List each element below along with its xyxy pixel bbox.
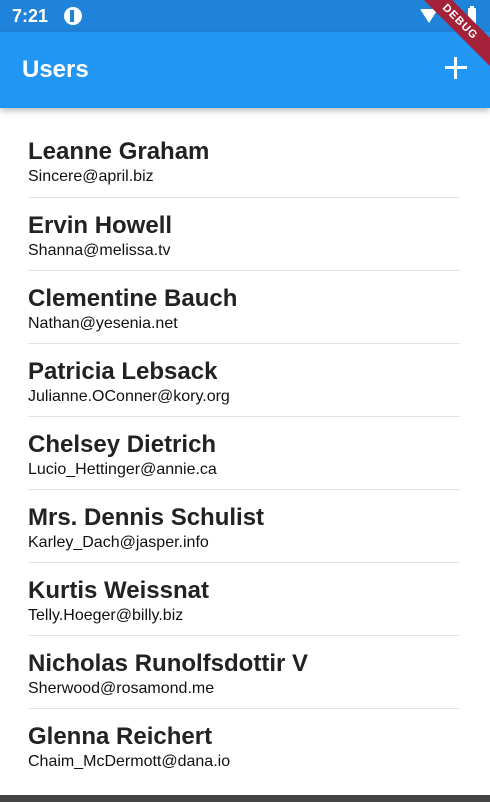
user-name: Chelsey Dietrich [28, 431, 217, 458]
page-title: Users [22, 56, 89, 83]
user-email: Nathan@yesenia.net [28, 315, 178, 332]
app-bar: Users [0, 32, 490, 108]
list-item[interactable]: Leanne Graham Sincere@april.biz [28, 124, 460, 198]
user-email: Shanna@melissa.tv [28, 242, 171, 259]
user-email: Julianne.OConner@kory.org [28, 388, 230, 405]
add-icon[interactable] [442, 54, 470, 82]
user-email: Karley_Dach@jasper.info [28, 534, 209, 551]
list-item[interactable]: Clementine Bauch Nathan@yesenia.net [28, 271, 460, 344]
user-email: Chaim_McDermott@dana.io [28, 753, 231, 770]
list-item[interactable]: Nicholas Runolfsdottir V Sherwood@rosamo… [28, 636, 460, 709]
user-email: Telly.Hoeger@billy.biz [28, 607, 184, 624]
user-name: Glenna Reichert [28, 723, 213, 750]
app-notification-icon [64, 7, 82, 25]
navigation-bar [0, 795, 490, 802]
user-name: Kurtis Weissnat [28, 577, 209, 604]
user-name: Ervin Howell [28, 212, 173, 239]
list-item[interactable]: Patricia Lebsack Julianne.OConner@kory.o… [28, 344, 460, 417]
user-name: Nicholas Runolfsdottir V [28, 650, 309, 677]
list-item[interactable]: Chelsey Dietrich Lucio_Hettinger@annie.c… [28, 417, 460, 490]
user-email: Lucio_Hettinger@annie.ca [28, 461, 217, 478]
list-item[interactable]: Ervin Howell Shanna@melissa.tv [28, 198, 460, 271]
list-item[interactable]: Mrs. Dennis Schulist Karley_Dach@jasper.… [28, 490, 460, 563]
list-item[interactable]: Glenna Reichert Chaim_McDermott@dana.io [28, 709, 460, 772]
user-email: Sincere@april.biz [28, 168, 154, 185]
user-email: Sherwood@rosamond.me [28, 680, 215, 697]
user-name: Patricia Lebsack [28, 358, 218, 385]
user-name: Mrs. Dennis Schulist [28, 504, 265, 531]
user-list[interactable]: Leanne Graham Sincere@april.biz Ervin Ho… [28, 124, 460, 772]
status-bar: 7:21 [0, 0, 490, 32]
user-name: Clementine Bauch [28, 285, 238, 312]
status-time: 7:21 [12, 6, 49, 26]
list-item[interactable]: Kurtis Weissnat Telly.Hoeger@billy.biz [28, 563, 460, 636]
user-name: Leanne Graham [28, 138, 210, 165]
